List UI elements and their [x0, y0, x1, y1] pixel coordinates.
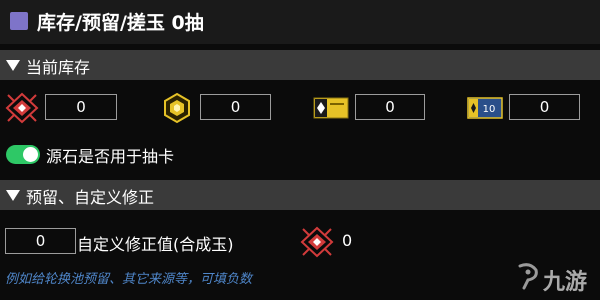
section-reserve-header[interactable]: 预留、自定义修正 — [0, 180, 600, 210]
section-inventory-header[interactable]: 当前库存 — [0, 50, 600, 80]
custom-correction-input[interactable] — [5, 228, 76, 254]
originite-prime-icon — [164, 92, 190, 124]
orundum-icon — [300, 226, 334, 258]
section-inventory-label: 当前库存 — [26, 58, 91, 77]
ten-headhunting-permit-input[interactable] — [509, 94, 580, 120]
originite-prime-input[interactable] — [200, 94, 271, 120]
title-color-swatch — [10, 12, 28, 30]
hint-text: 例如给轮换池预留、其它来源等，可填负数 — [5, 272, 253, 287]
title-bar: 库存/预留/搓玉 0抽 — [0, 0, 600, 44]
watermark-text: 九游 — [543, 270, 588, 295]
jiuyou-logo-icon — [518, 263, 538, 290]
use-originite-toggle[interactable] — [6, 145, 40, 164]
collapse-triangle-icon — [6, 190, 20, 201]
section-reserve-label: 预留、自定义修正 — [26, 188, 155, 207]
custom-correction-label: 自定义修正值(合成玉) — [77, 235, 234, 254]
ten-headhunting-permit-icon: 10 — [467, 97, 503, 119]
collapse-triangle-icon — [6, 60, 20, 71]
ten-badge-text: 10 — [483, 104, 496, 115]
toggle-knob — [23, 147, 38, 162]
orundum-icon — [5, 92, 39, 124]
headhunting-permit-icon — [313, 97, 349, 119]
page-title: 库存/预留/搓玉 0抽 — [37, 12, 204, 34]
headhunting-permit-input[interactable] — [355, 94, 425, 120]
custom-correction-result: 0 — [342, 231, 353, 250]
orundum-input[interactable] — [45, 94, 117, 120]
use-originite-label: 源石是否用于抽卡 — [46, 147, 175, 166]
